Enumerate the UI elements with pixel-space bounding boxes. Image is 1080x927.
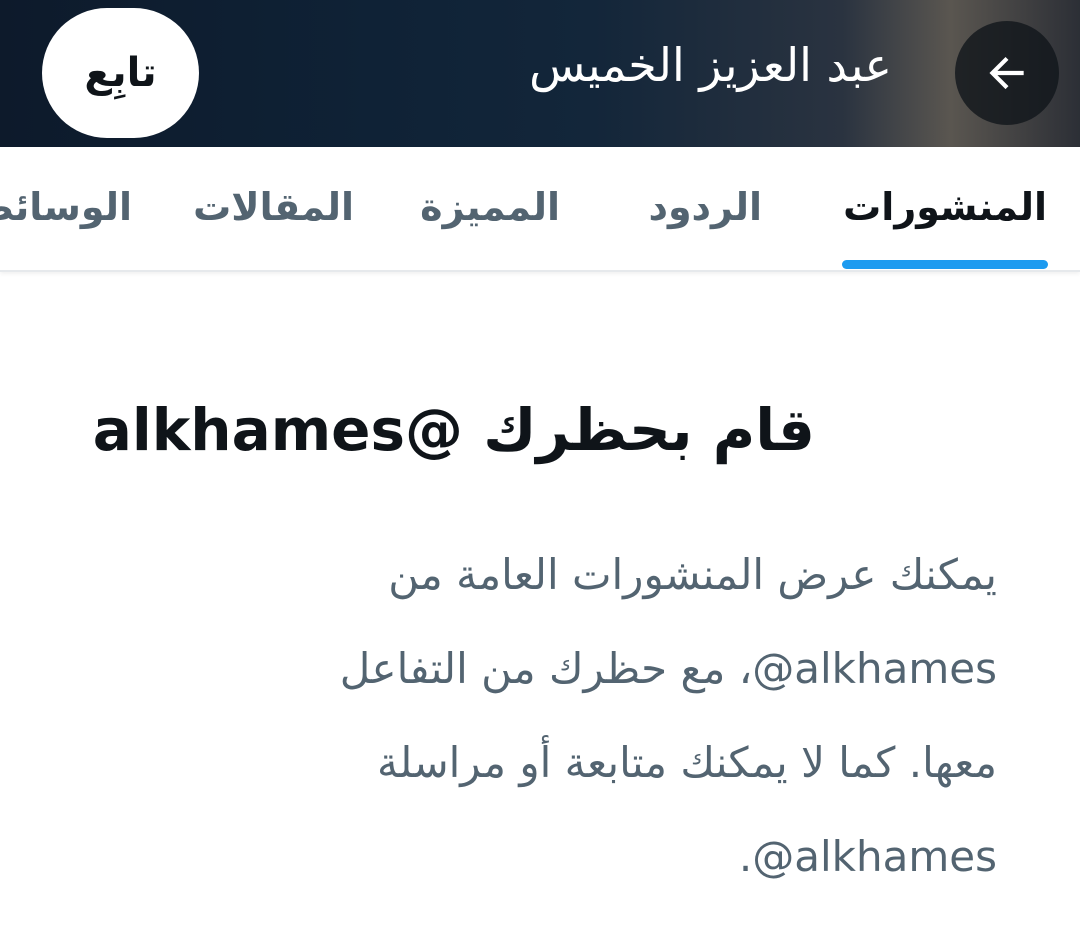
tab-highlights[interactable]: المميزة: [420, 177, 560, 237]
tab-posts[interactable]: المنشورات: [843, 177, 1047, 237]
profile-name: عبد العزيز الخميس: [529, 38, 892, 92]
blocked-title: قام بحظرك @alkhames: [92, 396, 815, 464]
profile-header: عبد العزيز الخميس تابِع: [0, 0, 1080, 147]
follow-button[interactable]: تابِع: [42, 8, 199, 138]
active-tab-indicator: [842, 260, 1048, 269]
back-button[interactable]: [955, 21, 1059, 125]
tab-articles[interactable]: المقالات: [193, 177, 354, 237]
tab-replies[interactable]: الردود: [648, 177, 762, 237]
tab-media[interactable]: الوسائط: [0, 177, 132, 237]
profile-tabs: المنشورات الردود المميزة المقالات الوسائ…: [0, 147, 1080, 272]
arrow-left-icon: [989, 56, 1024, 90]
blocked-description: يمكنك عرض المنشورات العامة من ‎@alkhames…: [339, 550, 997, 881]
